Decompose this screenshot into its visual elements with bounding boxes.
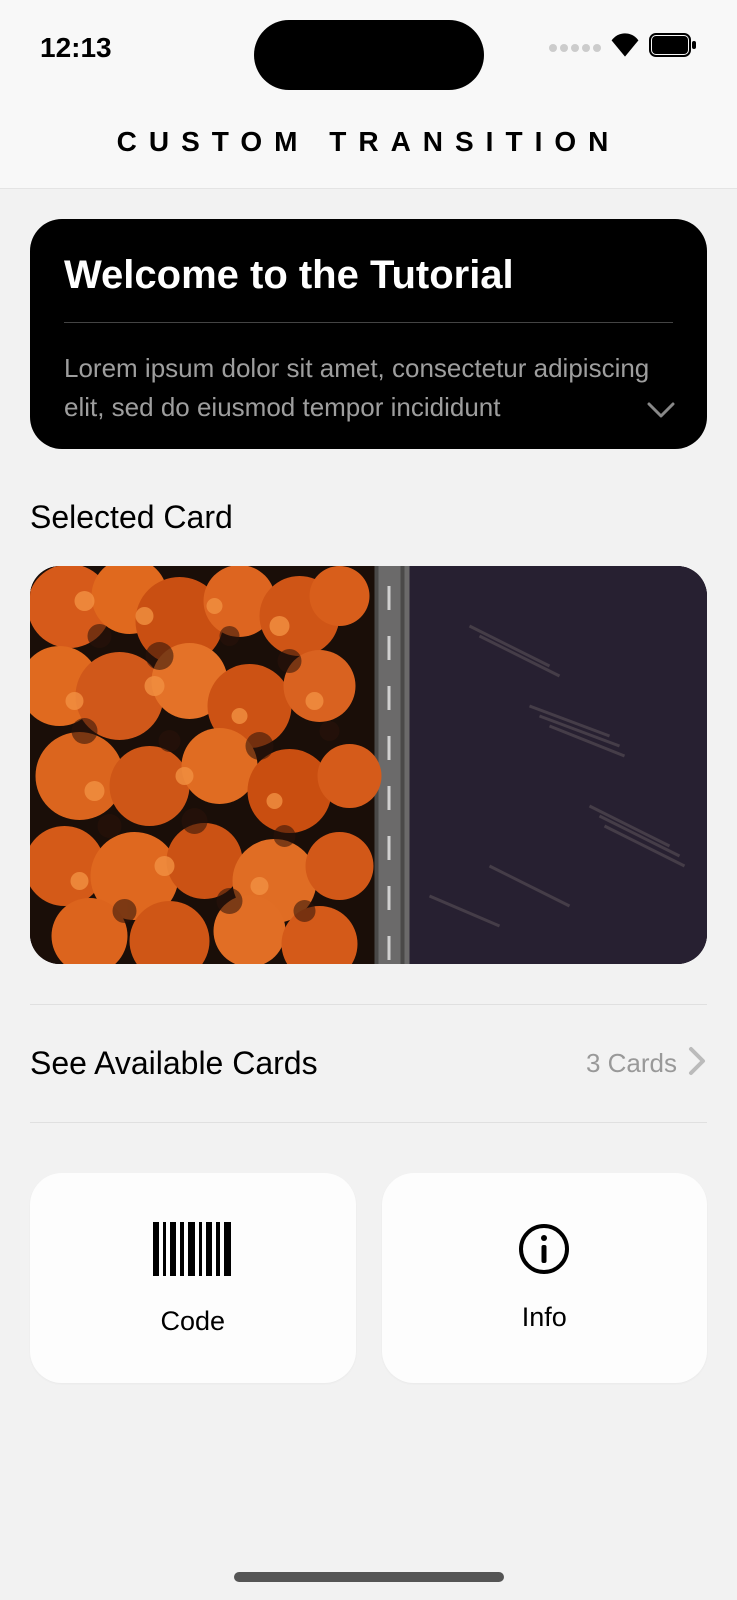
- status-bar: 12:13: [0, 0, 737, 95]
- see-available-cards-row[interactable]: See Available Cards 3 Cards: [30, 1045, 707, 1082]
- divider: [30, 1004, 707, 1005]
- info-tile-label: Info: [522, 1302, 567, 1333]
- card-count-badge: 3 Cards: [586, 1048, 677, 1079]
- info-icon: [518, 1223, 570, 1280]
- see-cards-trailing: 3 Cards: [586, 1046, 707, 1081]
- battery-icon: [649, 33, 697, 62]
- welcome-title: Welcome to the Tutorial: [64, 253, 673, 298]
- divider: [30, 1122, 707, 1123]
- chevron-right-icon: [687, 1046, 707, 1081]
- code-tile-label: Code: [160, 1306, 225, 1337]
- barcode-icon: [153, 1219, 233, 1284]
- wifi-icon: [611, 33, 639, 62]
- tile-row: Code Info: [30, 1173, 707, 1383]
- welcome-card[interactable]: Welcome to the Tutorial Lorem ipsum dolo…: [30, 219, 707, 449]
- nav-bar: CUSTOM TRANSITION: [0, 95, 737, 189]
- dynamic-island: [254, 20, 484, 90]
- welcome-body: Lorem ipsum dolor sit amet, consectetur …: [64, 349, 673, 427]
- info-tile[interactable]: Info: [382, 1173, 708, 1383]
- home-indicator[interactable]: [234, 1572, 504, 1582]
- main-content: Welcome to the Tutorial Lorem ipsum dolo…: [0, 189, 737, 1413]
- status-right: [549, 33, 697, 62]
- selected-card-label: Selected Card: [30, 499, 707, 536]
- selected-card-image[interactable]: [30, 566, 707, 964]
- divider: [64, 322, 673, 323]
- status-time: 12:13: [40, 32, 112, 64]
- see-cards-label: See Available Cards: [30, 1045, 318, 1082]
- chevron-down-icon[interactable]: [647, 400, 675, 427]
- code-tile[interactable]: Code: [30, 1173, 356, 1383]
- page-title: CUSTOM TRANSITION: [117, 126, 621, 158]
- cellular-dots-icon: [549, 44, 601, 52]
